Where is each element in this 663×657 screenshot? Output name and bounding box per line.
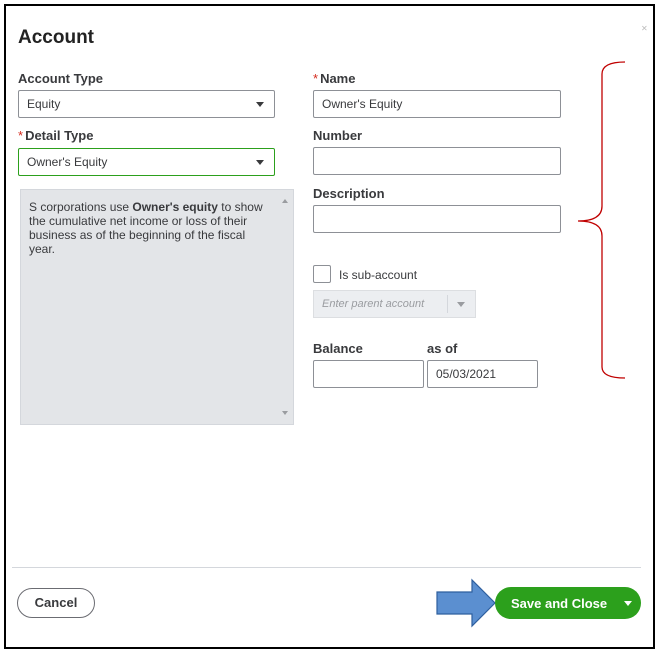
sub-account-label: Is sub-account xyxy=(339,268,418,282)
name-label-text: Name xyxy=(320,71,356,86)
chevron-down-icon[interactable] xyxy=(624,601,632,606)
footer-divider xyxy=(12,567,641,568)
save-and-close-button[interactable]: Save and Close xyxy=(495,587,641,619)
name-label: * Name xyxy=(313,71,355,86)
required-asterisk: * xyxy=(313,71,319,86)
description-prefix: S corporations use xyxy=(29,200,133,214)
annotation-bracket xyxy=(577,61,626,379)
scroll-down-icon[interactable] xyxy=(282,411,288,415)
parent-account-select: Enter parent account xyxy=(313,290,476,318)
balance-label: Balance xyxy=(313,341,363,356)
select-separator xyxy=(447,295,448,313)
account-type-value: Equity xyxy=(27,97,61,111)
chevron-down-icon xyxy=(457,302,465,307)
required-asterisk: * xyxy=(18,128,24,143)
description-label: Description xyxy=(313,186,385,201)
detail-type-value: Owner's Equity xyxy=(27,155,108,169)
chevron-down-icon xyxy=(256,160,264,165)
balance-input[interactable] xyxy=(313,360,424,388)
scroll-up-icon[interactable] xyxy=(282,199,288,203)
sub-account-checkbox[interactable] xyxy=(313,265,331,283)
cancel-button[interactable]: Cancel xyxy=(17,588,95,618)
number-label: Number xyxy=(313,128,363,143)
account-type-select[interactable]: Equity xyxy=(18,90,275,118)
as-of-label: as of xyxy=(427,341,458,356)
detail-type-label-text: Detail Type xyxy=(25,128,94,143)
annotation-arrow-icon xyxy=(436,578,496,628)
as-of-date-input[interactable]: 05/03/2021 xyxy=(427,360,538,388)
account-type-label: Account Type xyxy=(18,71,103,86)
description-input[interactable] xyxy=(313,205,561,233)
detail-type-select[interactable]: Owner's Equity xyxy=(18,148,275,176)
detail-type-description-box[interactable]: S corporations use Owner's equity to sho… xyxy=(20,189,294,425)
close-icon[interactable]: ✕ xyxy=(641,24,648,33)
parent-account-placeholder: Enter parent account xyxy=(322,298,425,310)
dialog-title: Account xyxy=(18,27,94,48)
name-input[interactable]: Owner's Equity xyxy=(313,90,561,118)
detail-type-label: * Detail Type xyxy=(18,128,93,143)
save-and-close-label: Save and Close xyxy=(511,596,608,611)
chevron-down-icon xyxy=(256,102,264,107)
description-bold-term: Owner's equity xyxy=(132,200,218,214)
detail-type-description: S corporations use Owner's equity to sho… xyxy=(29,200,274,256)
number-input[interactable] xyxy=(313,147,561,175)
